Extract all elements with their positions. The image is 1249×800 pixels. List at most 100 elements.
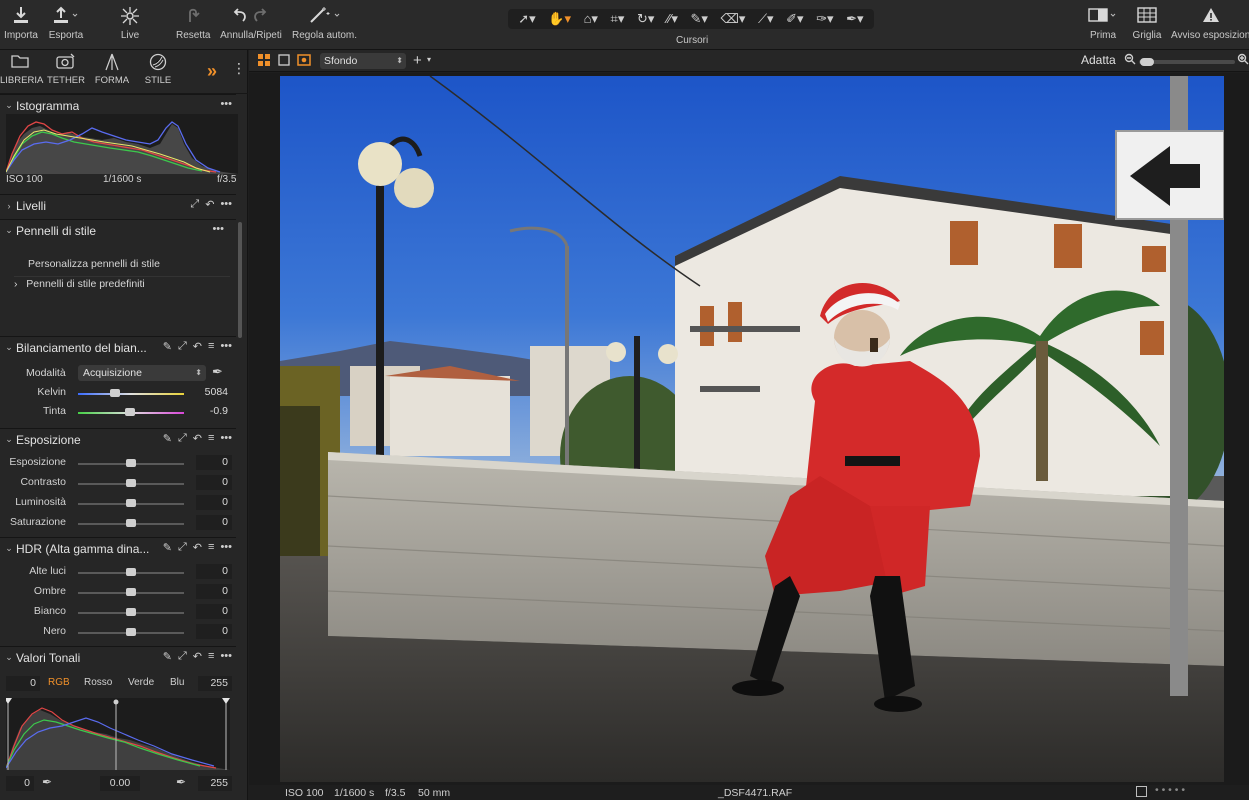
eyedropper-icon[interactable]: ✒ [212,364,223,380]
annotate-icon[interactable]: ✒▾ [846,11,863,27]
levels-midpoint[interactable]: 0.00 [100,776,140,791]
zoom-out-icon[interactable] [1124,53,1136,68]
expand-icon[interactable]: ⤢ [190,198,199,211]
select-cursor-icon[interactable]: ➚▾ [518,11,535,27]
highlights-slider[interactable]: Alte luci 0 [0,563,236,581]
heal-icon[interactable]: ✐▾ [786,11,803,27]
reset-arrow-icon[interactable]: ↶ [193,541,202,554]
photo-preview[interactable] [280,76,1224,782]
highlights-thumb[interactable] [126,568,136,576]
saturation-slider[interactable]: Saturazione 0 [0,514,236,532]
shadows-thumb[interactable] [126,588,136,596]
proof-view-icon[interactable] [297,54,311,69]
picker-icon[interactable]: ✑▾ [816,11,833,27]
white-point-picker-icon[interactable]: ✒ [176,775,186,789]
contrast-slider[interactable]: Contrasto 0 [0,474,236,492]
multi-view-icon[interactable] [258,54,270,69]
wb-more-icon[interactable]: ••• [220,340,232,353]
reset-arrow-icon[interactable]: ↶ [193,432,202,445]
tab-style[interactable]: STILE [138,53,178,86]
tab-shape[interactable]: FORMA [92,53,132,86]
black-thumb[interactable] [126,628,136,636]
rotate-icon[interactable]: ↻▾ [637,11,654,27]
zoom-in-icon[interactable] [1237,53,1249,68]
undo-redo-button[interactable]: Annulla/Ripeti [220,6,282,41]
levels-input-low[interactable]: 0 [6,676,40,691]
auto-adjust-button[interactable]: Regola autom. [292,6,357,41]
customize-style-brushes-item[interactable]: Personalizza pennelli di stile [28,258,258,270]
tint-thumb[interactable] [125,408,135,416]
picker-icon[interactable]: ✎ [163,541,172,554]
hdr-header[interactable]: ⌄ HDR (Alta gamma dina... ✎ ⤢ ↶ ≡ ••• [0,537,236,559]
levels-output-low[interactable]: 0 [6,776,34,791]
expand-icon[interactable]: ⤢ [178,650,187,663]
panel-menu-icon[interactable]: ⋮ [232,60,246,77]
black-slider[interactable]: Nero 0 [0,623,236,641]
kelvin-slider[interactable]: Kelvin 5084 [0,384,236,402]
levels-header[interactable]: ⌄ Valori Tonali ✎ ⤢ ↶ ≡ ••• [0,646,236,668]
brightness-thumb[interactable] [126,499,136,507]
reset-button[interactable]: Resetta [176,6,210,41]
gradient-icon[interactable]: ⟋▾ [758,11,774,27]
expand-icon[interactable]: ⤢ [178,340,187,353]
layers-more-icon[interactable]: ••• [220,198,232,211]
brightness-slider[interactable]: Luminosità 0 [0,494,236,512]
white-slider[interactable]: Bianco 0 [0,603,236,621]
exposure-header[interactable]: ⌄ Esposizione ✎ ⤢ ↶ ≡ ••• [0,428,236,450]
list-icon[interactable]: ≡ [208,340,214,353]
brush-icon[interactable]: ✎▾ [690,11,707,27]
pan-hand-icon[interactable]: ✋▾ [548,11,571,27]
style-brushes-header[interactable]: ⌄ Pennelli di stile ••• [0,219,236,241]
zoom-slider-thumb[interactable] [1140,58,1154,66]
levels-histogram[interactable] [4,698,230,770]
channel-blue[interactable]: Blu [170,677,184,688]
levels-more-icon[interactable]: ••• [220,650,232,663]
kelvin-thumb[interactable] [110,389,120,397]
contrast-thumb[interactable] [126,479,136,487]
picker-icon[interactable]: ✎ [163,650,172,663]
tab-library[interactable]: LIBRERIA [0,53,43,86]
add-icon[interactable]: + [413,52,422,69]
reset-arrow-icon[interactable]: ↶ [193,650,202,663]
white-thumb[interactable] [126,608,136,616]
channel-green[interactable]: Verde [128,677,154,688]
eraser-icon[interactable]: ⌫▾ [720,11,745,27]
chevron-down-icon[interactable]: ▾ [427,55,431,64]
histogram-more-icon[interactable]: ••• [220,98,232,110]
kelvin-track[interactable] [78,393,184,395]
keystone-icon[interactable]: ⁄⁄▾ [667,11,678,27]
zoom-fit-label[interactable]: Adatta [1081,53,1116,67]
expand-icon[interactable]: ⤢ [178,541,187,554]
checkbox-icon[interactable] [1136,786,1147,800]
levels-input-high[interactable]: 255 [198,676,232,691]
exposure-slider[interactable]: Esposizione 0 [0,454,236,472]
white-balance-header[interactable]: ⌄ Bilanciamento del bian... ✎ ⤢ ↶ ≡ ••• [0,336,236,358]
channel-rgb[interactable]: RGB [48,677,70,688]
exposure-warning-button[interactable]: Avviso esposizione [1171,6,1249,41]
shadows-slider[interactable]: Ombre 0 [0,583,236,601]
saturation-thumb[interactable] [126,519,136,527]
layers-header[interactable]: › Livelli ⤢ ↶ ••• [0,194,236,216]
crop-icon[interactable]: ⌗▾ [611,11,625,27]
list-icon[interactable]: ≡ [208,650,214,663]
reset-arrow-icon[interactable]: ↶ [205,198,214,211]
hdr-more-icon[interactable]: ••• [220,541,232,554]
loupe-icon[interactable]: ⌂▾ [584,11,598,27]
exposure-thumb[interactable] [126,459,136,467]
before-button[interactable]: Prima [1086,6,1120,41]
tint-slider[interactable]: Tinta -0.9 [0,403,236,421]
image-viewer[interactable] [249,73,1249,785]
style-brushes-more-icon[interactable]: ••• [212,223,224,235]
expand-icon[interactable]: ⤢ [178,432,187,445]
list-icon[interactable]: ≡ [208,432,214,445]
black-point-picker-icon[interactable]: ✒ [42,775,52,789]
more-tabs-chevron-icon[interactable]: » [207,61,217,82]
live-button[interactable]: Live [118,6,142,41]
import-button[interactable]: Importa [4,6,38,41]
grid-button[interactable]: Griglia [1131,6,1163,41]
background-select[interactable]: Sfondo ⬍ [320,53,406,69]
list-icon[interactable]: ≡ [208,541,214,554]
reset-arrow-icon[interactable]: ↶ [193,340,202,353]
levels-output-high[interactable]: 255 [198,776,232,791]
predefined-style-brushes-item[interactable]: › Pennelli di stile predefiniti [14,278,244,290]
